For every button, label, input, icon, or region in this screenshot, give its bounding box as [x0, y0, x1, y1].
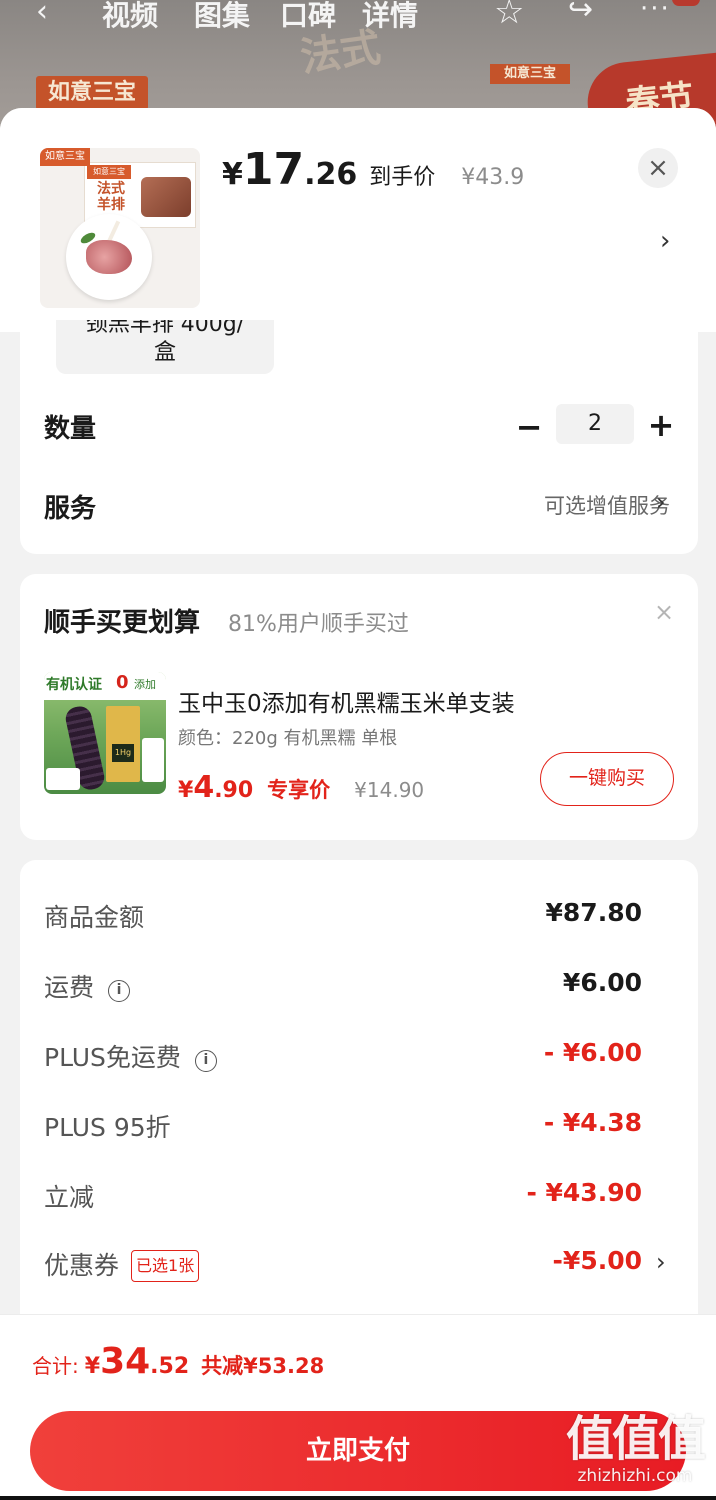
upsell-price-integer: 4 — [193, 770, 215, 805]
more-icon[interactable]: ··· — [640, 0, 671, 24]
tab-video[interactable]: 视频 — [102, 0, 158, 34]
back-arrow-icon[interactable]: ‹ — [36, 0, 48, 29]
quantity-input[interactable]: 2 — [556, 404, 634, 444]
one-click-buy-button[interactable]: 一键购买 — [540, 752, 674, 806]
upsell-title: 顺手买更划算 — [44, 608, 201, 638]
image-corner-tag — [46, 768, 80, 790]
upsell-price-symbol: ¥ — [178, 778, 194, 803]
quantity-label: 数量 — [44, 414, 97, 444]
organic-badge: 有机认证 — [46, 677, 102, 693]
image-side-badge — [142, 738, 164, 782]
upsell-close-icon[interactable]: × — [654, 598, 674, 626]
service-label: 服务 — [44, 494, 97, 524]
product-price: ¥ 17 .26 到手价 ¥43.9 — [222, 144, 524, 195]
upsell-card: 顺手买更划算 81%用户顺手买过 × 有机认证 0 添加 1Hg 玉中玉0添加有… — [20, 574, 698, 840]
upsell-subtitle: 81%用户顺手买过 — [228, 612, 409, 637]
summary-label-wrap: 优惠券 已选1张 — [44, 1246, 200, 1282]
summary-label: PLUS免运费 — [44, 1043, 181, 1072]
info-icon[interactable]: i — [108, 980, 131, 1002]
summary-label: 商品金额 — [44, 903, 145, 932]
order-summary-card: 商品金额 ¥87.80 运费 i ¥6.00 PLUS免运费 i - ¥6.00 P… — [20, 860, 698, 1320]
coupon-chevron-icon[interactable]: › — [656, 1248, 666, 1276]
purchase-sheet: 如意三宝 法式 羊排 如意三宝 ¥ 17 .26 到手价 ¥43.9 × › 颈羔… — [0, 108, 716, 1500]
corn-pack-art: 1Hg — [106, 706, 140, 782]
total-saved: 共减¥53.28 — [201, 1354, 325, 1378]
close-icon[interactable]: × — [638, 148, 678, 188]
coupon-selected-badge: 已选1张 — [131, 1250, 200, 1282]
share-icon[interactable]: ↪ — [568, 0, 593, 27]
pay-now-button[interactable]: 立即支付 — [30, 1411, 686, 1491]
chevron-right-icon[interactable]: › — [660, 226, 670, 256]
background-product-art: 法式 — [297, 24, 384, 82]
bottom-edge — [0, 1496, 716, 1500]
upsell-original-price: ¥14.90 — [354, 778, 425, 802]
order-total: 合计: ¥ 34 .52 共减¥53.28 — [32, 1341, 324, 1382]
summary-value: ¥87.80 — [545, 898, 642, 927]
upsell-product-spec: 颜色：220g 有机黑糯 单根 — [178, 728, 398, 749]
thumbnail-brand-tag: 如意三宝 — [40, 148, 90, 166]
zero-additive-badge: 0 — [116, 672, 129, 693]
spec-option-chip[interactable]: 颈羔羊排 400g/ 盒 — [56, 320, 274, 374]
total-label: 合计: — [32, 1354, 79, 1378]
summary-label: 运费 — [44, 973, 95, 1002]
total-decimal: .52 — [150, 1354, 190, 1379]
upsell-product-image[interactable]: 有机认证 0 添加 1Hg — [44, 672, 166, 794]
summary-row-plus-discount: PLUS 95折 - ¥4.38 — [20, 1108, 698, 1148]
price-symbol: ¥ — [222, 157, 243, 192]
price-decimal: .26 — [304, 157, 358, 192]
summary-label-wrap: 运费 i — [44, 968, 131, 1004]
upsell-price-label: 专享价 — [267, 778, 331, 802]
sheet-header: 如意三宝 法式 羊排 如意三宝 ¥ 17 .26 到手价 ¥43.9 × › — [0, 108, 716, 332]
price-label: 到手价 — [369, 165, 436, 190]
lamb-chop-art — [86, 240, 132, 274]
summary-value: - ¥43.90 — [526, 1178, 642, 1207]
summary-label: 优惠券 — [44, 1251, 120, 1280]
service-chevron-icon[interactable]: › — [656, 488, 666, 516]
background-brand-tag-small: 如意三宝 — [490, 64, 570, 84]
notification-dot — [672, 0, 700, 6]
spec-option-text: 盒 — [153, 340, 176, 365]
total-symbol: ¥ — [84, 1354, 101, 1379]
product-thumbnail[interactable]: 如意三宝 法式 羊排 如意三宝 — [40, 148, 200, 308]
upsell-price-decimal: .90 — [214, 778, 254, 803]
pack-label: 1Hg — [112, 744, 134, 762]
service-value[interactable]: 可选增值服务 — [460, 490, 670, 520]
summary-row-plus-free-shipping: PLUS免运费 i - ¥6.00 — [20, 1038, 698, 1078]
info-icon[interactable]: i — [194, 1050, 217, 1072]
tab-gallery[interactable]: 图集 — [194, 0, 250, 34]
summary-row-goods: 商品金额 ¥87.80 — [20, 898, 698, 938]
summary-row-coupon[interactable]: 优惠券 已选1张 -¥5.00 › — [20, 1246, 698, 1286]
background-brand-tag: 如意三宝 — [36, 76, 148, 110]
summary-value: - ¥4.38 — [543, 1108, 642, 1137]
summary-label-wrap: PLUS免运费 i — [44, 1038, 217, 1074]
spec-card: 颈羔羊排 400g/ 盒 数量 − 2 + 服务 可选增值服务 › — [20, 320, 698, 554]
box-brand-tag: 如意三宝 — [87, 165, 131, 179]
upsell-price: ¥ 4 .90 专享价 ¥14.90 — [178, 770, 424, 805]
summary-label: 立减 — [44, 1183, 95, 1212]
summary-row-shipping: 运费 i ¥6.00 — [20, 968, 698, 1008]
favorite-star-icon[interactable]: ☆ — [494, 0, 524, 32]
summary-row-instant-discount: 立减 - ¥43.90 — [20, 1178, 698, 1218]
summary-value: ¥6.00 — [562, 968, 642, 997]
additive-text: 添加 — [134, 678, 156, 691]
price-integer: 17 — [242, 144, 305, 195]
upsell-product-name[interactable]: 玉中玉0添加有机黑糯玉米单支装 — [178, 684, 515, 718]
box-title: 法式 羊排 — [97, 181, 125, 213]
original-price: ¥43.9 — [461, 165, 525, 190]
checkout-bar: 合计: ¥ 34 .52 共减¥53.28 立即支付 — [0, 1314, 716, 1500]
total-integer: 34 — [100, 1341, 151, 1382]
quantity-plus-button[interactable]: + — [646, 406, 676, 444]
summary-value: - ¥6.00 — [543, 1038, 642, 1067]
box-meat-art — [141, 177, 191, 217]
summary-value: -¥5.00 — [552, 1246, 642, 1275]
quantity-minus-button[interactable]: − — [514, 408, 544, 446]
summary-label: PLUS 95折 — [44, 1113, 171, 1142]
